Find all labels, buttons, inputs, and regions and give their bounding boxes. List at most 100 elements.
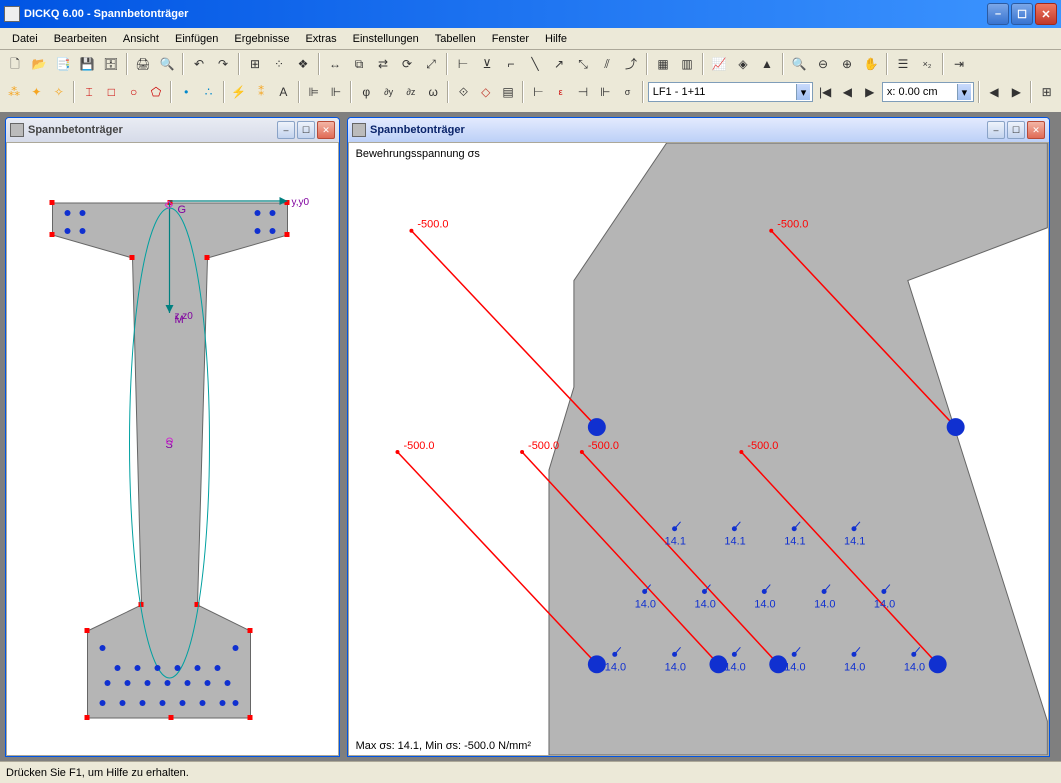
align2-icon[interactable]: ⊩	[326, 81, 346, 103]
res2-icon[interactable]: ◇	[476, 81, 496, 103]
new-icon[interactable]: 🗋	[4, 53, 26, 75]
menu-einstellungen[interactable]: Einstellungen	[345, 31, 427, 47]
zoom-in-icon[interactable]: 🔍	[788, 53, 810, 75]
child1-canvas[interactable]: y,y0 z,z0 G M S	[6, 142, 339, 756]
bolt1-icon[interactable]: ⚡	[229, 81, 249, 103]
rotate-icon[interactable]: ⟳	[396, 53, 418, 75]
table2-icon[interactable]: ▥	[676, 53, 698, 75]
file3-icon[interactable]: 📑	[52, 53, 74, 75]
dots-icon[interactable]: ⁘	[268, 53, 290, 75]
end-icon[interactable]: ⇥	[948, 53, 970, 75]
bolt2-icon[interactable]: ⁑	[251, 81, 271, 103]
menu-ergebnisse[interactable]: Ergebnisse	[226, 31, 297, 47]
chevron-down-icon[interactable]: ▾	[957, 84, 971, 100]
phi-icon[interactable]: φ	[356, 81, 376, 103]
dim3-icon[interactable]: ⌐	[500, 53, 522, 75]
e4-icon[interactable]: ⊩	[595, 81, 615, 103]
zoom-fit-icon[interactable]: ⊕	[836, 53, 858, 75]
mirror-icon[interactable]: ⇄	[372, 53, 394, 75]
scale-icon[interactable]: ⤢	[420, 53, 442, 75]
print-icon[interactable]: 🖨	[132, 53, 154, 75]
omega-icon[interactable]: ω	[423, 81, 443, 103]
prev-icon[interactable]: ◀	[837, 81, 857, 103]
child2-close-button[interactable]: ✕	[1027, 121, 1045, 139]
chevron-down-icon[interactable]: ▾	[796, 84, 810, 100]
menu-extras[interactable]: Extras	[297, 31, 344, 47]
first-icon[interactable]: |◀	[815, 81, 835, 103]
zoom-out-icon[interactable]: ⊖	[812, 53, 834, 75]
res3-icon[interactable]: ▤	[498, 81, 518, 103]
child-window-geometry: Spannbetonträger – ☐ ✕	[5, 117, 340, 757]
move-icon[interactable]: ↔	[324, 53, 346, 75]
child1-close-button[interactable]: ✕	[317, 121, 335, 139]
dim8-icon[interactable]: ⤴	[620, 53, 642, 75]
dot2-icon[interactable]: ∴	[198, 81, 218, 103]
zoom-pan-icon[interactable]: ✋	[860, 53, 882, 75]
menu-hilfe[interactable]: Hilfe	[537, 31, 575, 47]
3d-icon[interactable]: ◈	[732, 53, 754, 75]
copy-icon[interactable]: ⧉	[348, 53, 370, 75]
toolbar-2: ⁂ ✦ ✧ ⌶ □ ○ ⬠ • ∴ ⚡ ⁑ A ⊫ ⊩ φ ∂y ∂z ω ⟐ …	[0, 78, 1061, 106]
maximize-button[interactable]: ☐	[1011, 3, 1033, 25]
undo-icon[interactable]: ↶	[188, 53, 210, 75]
dbz-icon[interactable]: ∂z	[401, 81, 421, 103]
child1-titlebar[interactable]: Spannbetonträger – ☐ ✕	[6, 118, 339, 142]
child2-titlebar[interactable]: Spannbetonträger – ☐ ✕	[348, 118, 1049, 142]
menu-datei[interactable]: Datei	[4, 31, 46, 47]
e3-icon[interactable]: ⊣	[573, 81, 593, 103]
rect-icon[interactable]: □	[101, 81, 121, 103]
dim4-icon[interactable]: ╲	[524, 53, 546, 75]
layer-icon[interactable]: ☰	[892, 53, 914, 75]
close-button[interactable]: ✕	[1035, 3, 1057, 25]
dby-icon[interactable]: ∂y	[378, 81, 398, 103]
loadcase-combo[interactable]: LF1 - 1+11 ▾	[648, 82, 813, 102]
circle-icon[interactable]: ○	[123, 81, 143, 103]
e2-icon[interactable]: ε	[551, 81, 571, 103]
tendon-label-4: -500.0	[588, 440, 619, 452]
left-icon[interactable]: ◀	[984, 81, 1004, 103]
e5-icon[interactable]: σ	[617, 81, 637, 103]
poly-icon[interactable]: ⬠	[146, 81, 166, 103]
s3-icon[interactable]: ✧	[49, 81, 69, 103]
open-icon[interactable]: 📂	[28, 53, 50, 75]
save-icon[interactable]: 💾	[76, 53, 98, 75]
menu-ansicht[interactable]: Ansicht	[115, 31, 167, 47]
right-icon[interactable]: ▶	[1006, 81, 1026, 103]
preview-icon[interactable]: 🔍	[156, 53, 178, 75]
mesh-icon[interactable]: ▲	[756, 53, 778, 75]
chart-icon[interactable]: 📈	[708, 53, 730, 75]
snap-icon[interactable]: ❖	[292, 53, 314, 75]
next-icon[interactable]: ▶	[860, 81, 880, 103]
dot1-icon[interactable]: •	[176, 81, 196, 103]
redo-icon[interactable]: ↷	[212, 53, 234, 75]
minimize-button[interactable]: –	[987, 3, 1009, 25]
child2-canvas[interactable]: Bewehrungsspannung σs	[348, 142, 1049, 756]
saveall-icon[interactable]: 🗄	[100, 53, 122, 75]
menu-tabellen[interactable]: Tabellen	[427, 31, 484, 47]
menu-einfuegen[interactable]: Einfügen	[167, 31, 226, 47]
s1-icon[interactable]: ⁂	[4, 81, 24, 103]
child2-minimize-button[interactable]: –	[987, 121, 1005, 139]
tiles-icon[interactable]: ⊞	[1036, 81, 1056, 103]
x-position-combo[interactable]: x: 0.00 cm ▾	[882, 82, 974, 102]
dim1-icon[interactable]: ⊢	[452, 53, 474, 75]
tendon-label-0: -500.0	[417, 219, 448, 231]
ibeam-icon[interactable]: ⌶	[79, 81, 99, 103]
dim6-icon[interactable]: ⤡	[572, 53, 594, 75]
align1-icon[interactable]: ⊫	[304, 81, 324, 103]
child1-maximize-button[interactable]: ☐	[297, 121, 315, 139]
res1-icon[interactable]: ⟐	[453, 81, 473, 103]
table1-icon[interactable]: ▦	[652, 53, 674, 75]
menu-bearbeiten[interactable]: Bearbeiten	[46, 31, 115, 47]
child1-minimize-button[interactable]: –	[277, 121, 295, 139]
dim7-icon[interactable]: ⫽	[596, 53, 618, 75]
s2-icon[interactable]: ✦	[26, 81, 46, 103]
e1-icon[interactable]: ⊢	[528, 81, 548, 103]
dim2-icon[interactable]: ⊻	[476, 53, 498, 75]
dim5-icon[interactable]: ↗	[548, 53, 570, 75]
x2-icon[interactable]: ×₂	[916, 53, 938, 75]
grid-icon[interactable]: ⊞	[244, 53, 266, 75]
child2-maximize-button[interactable]: ☐	[1007, 121, 1025, 139]
bolt3-icon[interactable]: A	[273, 81, 293, 103]
menu-fenster[interactable]: Fenster	[484, 31, 537, 47]
